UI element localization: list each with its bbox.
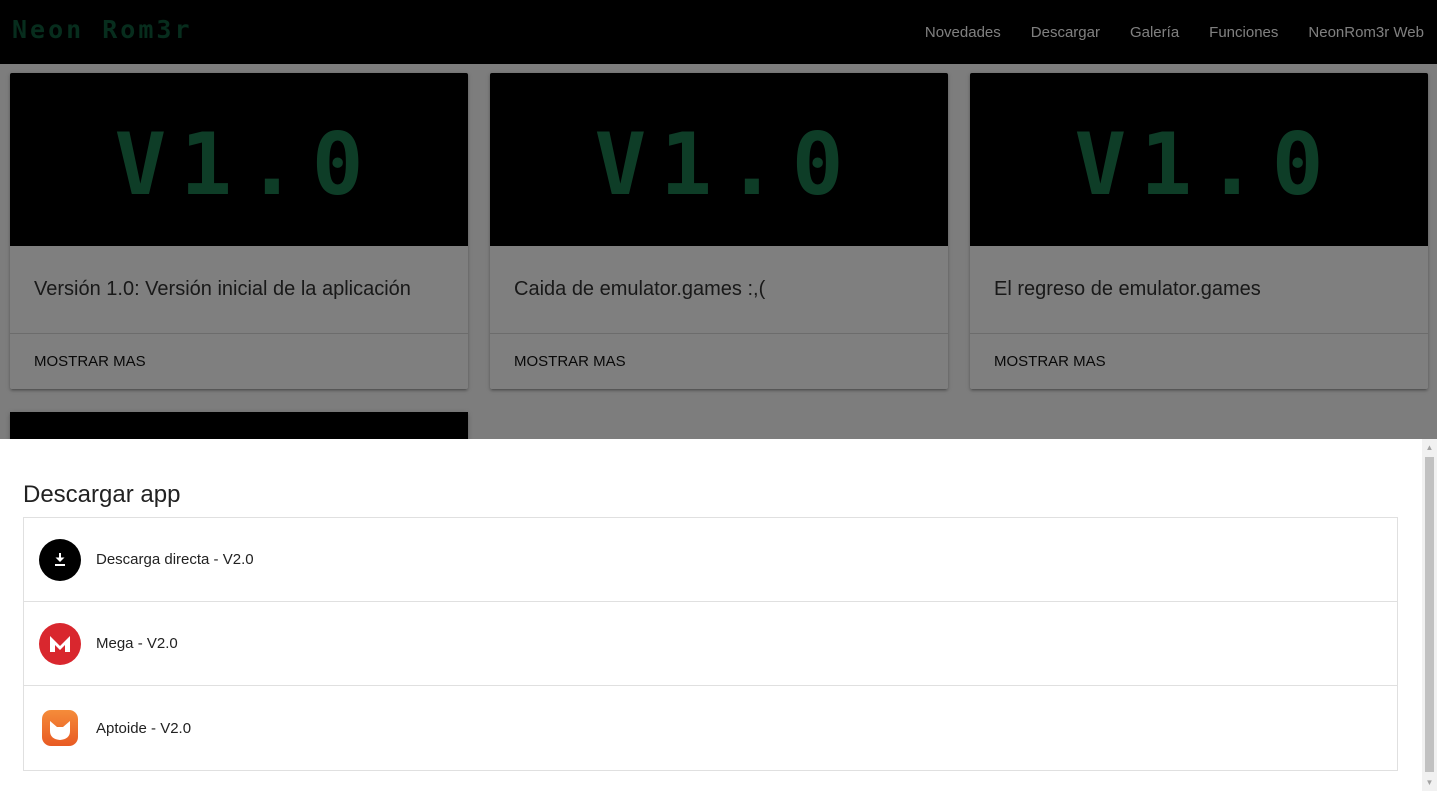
download-options-list: Descarga directa - V2.0 Mega - V2.0 Apto… (23, 517, 1398, 771)
modal-title: Descargar app (23, 481, 181, 508)
aptoide-icon (39, 707, 81, 749)
download-modal: Descargar app Descarga directa - V2.0 Me… (0, 439, 1437, 791)
download-option-mega[interactable]: Mega - V2.0 (24, 602, 1397, 686)
download-option-aptoide[interactable]: Aptoide - V2.0 (24, 686, 1397, 770)
modal-scrollbar[interactable]: ▲ ▼ (1422, 439, 1437, 791)
mega-icon (39, 622, 81, 665)
scroll-up-arrow-icon[interactable]: ▲ (1422, 439, 1437, 456)
scroll-down-arrow-icon[interactable]: ▼ (1422, 774, 1437, 791)
download-option-label: Descarga directa - V2.0 (96, 551, 254, 568)
download-option-label: Aptoide - V2.0 (96, 719, 192, 737)
download-option-direct[interactable]: Descarga directa - V2.0 (24, 518, 1397, 602)
scroll-thumb[interactable] (1425, 457, 1434, 772)
download-option-label: Mega - V2.0 (96, 635, 178, 652)
download-icon (39, 538, 81, 581)
